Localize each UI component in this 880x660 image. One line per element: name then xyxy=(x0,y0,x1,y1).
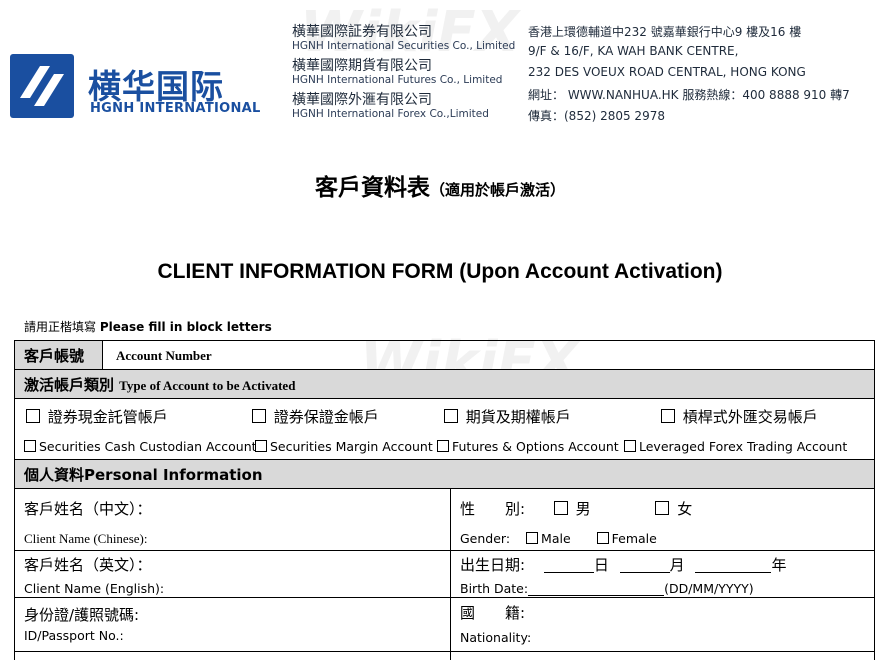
birth-date-field[interactable] xyxy=(528,581,665,596)
option-securities-margin-cn[interactable]: 證券保證金帳戶 xyxy=(252,406,379,427)
client-name-en-label: Client Name (English): xyxy=(24,581,165,596)
option-securities-margin-en[interactable]: Securities Margin Account xyxy=(255,439,433,454)
birth-date-label-en: Birth Date: (DD/MM/YYYY) xyxy=(460,581,754,596)
company-logo-icon xyxy=(10,54,74,118)
block-letters-note: 請用正楷填寫 Please fill in block letters xyxy=(24,320,272,334)
logo-english-name: HGNH INTERNATIONAL xyxy=(90,101,261,116)
gender-label-en: Gender: Male Female xyxy=(460,531,657,546)
address-line-2: 9/F & 16/F, KA WAH BANK CENTRE, xyxy=(528,44,739,58)
id-passport-label-en: ID/Passport No.: xyxy=(24,628,124,643)
checkbox[interactable] xyxy=(624,440,636,452)
company-futures: 橫華國際期貨有限公司 HGNH International Futures Co… xyxy=(292,58,503,86)
checkbox[interactable] xyxy=(596,532,609,544)
checkbox[interactable] xyxy=(252,409,266,423)
checkbox[interactable] xyxy=(526,532,539,544)
checkbox[interactable] xyxy=(437,440,449,452)
year-field[interactable] xyxy=(695,558,772,573)
client-name-en-label-cn: 客戶姓名（英文）： xyxy=(24,556,152,574)
checkbox[interactable] xyxy=(661,409,675,423)
option-forex-en[interactable]: Leveraged Forex Trading Account xyxy=(624,439,847,454)
checkbox[interactable] xyxy=(26,409,40,423)
option-securities-cash-cn[interactable]: 證券現金託管帳戶 xyxy=(26,406,168,427)
option-futures-en[interactable]: Futures & Options Account xyxy=(437,439,619,454)
account-number-label-en: Account Number xyxy=(116,348,212,363)
option-futures-cn[interactable]: 期貨及期權帳戶 xyxy=(444,406,571,427)
address-line-1: 香港上環德輔道中232 號嘉華銀行中心9 樓及16 樓 xyxy=(528,25,802,39)
gender-male-en[interactable]: Male xyxy=(526,531,571,546)
gender-female-cn[interactable]: 女 xyxy=(655,500,692,518)
client-info-form: 客戶帳號 Account Number 激活帳戶類別 Type of Accou… xyxy=(14,340,875,660)
address-line-3: 232 DES VOEUX ROAD CENTRAL, HONG KONG xyxy=(528,65,806,79)
account-type-label: 激活帳戶類別 Type of Account to be Activated xyxy=(24,376,296,394)
day-field[interactable] xyxy=(543,558,594,573)
form-title-chinese: 客戶資料表（適用於帳戶激活） xyxy=(314,175,565,201)
id-passport-label-cn: 身份證/護照號碼: xyxy=(24,606,140,624)
checkbox[interactable] xyxy=(444,409,458,423)
gender-male-cn[interactable]: 男 xyxy=(553,500,591,518)
nationality-label-en: Nationality: xyxy=(460,630,532,645)
gender-female-en[interactable]: Female xyxy=(596,531,657,546)
checkbox[interactable] xyxy=(553,501,568,515)
fax: 傳真：(852) 2805 2978 xyxy=(528,109,665,123)
checkbox[interactable] xyxy=(24,440,36,452)
checkbox[interactable] xyxy=(255,440,267,452)
client-name-cn-label-en: Client Name (Chinese): xyxy=(24,531,148,546)
option-securities-cash-en[interactable]: Securities Cash Custodian Account xyxy=(24,439,257,454)
client-name-cn-label: 客戶姓名（中文）： xyxy=(24,500,152,518)
gender-label-cn: 性 別: 男 女 xyxy=(460,500,693,518)
company-securities: 橫華國際証券有限公司 HGNH International Securities… xyxy=(292,24,516,52)
month-field[interactable] xyxy=(619,558,670,573)
form-title-english: CLIENT INFORMATION FORM (Upon Account Ac… xyxy=(157,260,723,283)
birth-date-label-cn: 出生日期: 日 月 年 xyxy=(460,556,787,574)
company-forex: 橫華國際外滙有限公司 HGNH International Forex Co.,… xyxy=(292,92,489,120)
nationality-label-cn: 國 籍: xyxy=(460,604,526,622)
option-forex-cn[interactable]: 槓桿式外匯交易帳戶 xyxy=(661,406,818,427)
personal-info-header: 個人資料Personal Information xyxy=(24,466,263,484)
website-hotline: 網址： WWW.NANHUA.HK 服務熱線：400 8888 910 轉7 xyxy=(528,88,850,102)
checkbox[interactable] xyxy=(655,501,670,515)
account-number-label-cn: 客戶帳號 xyxy=(24,347,85,365)
